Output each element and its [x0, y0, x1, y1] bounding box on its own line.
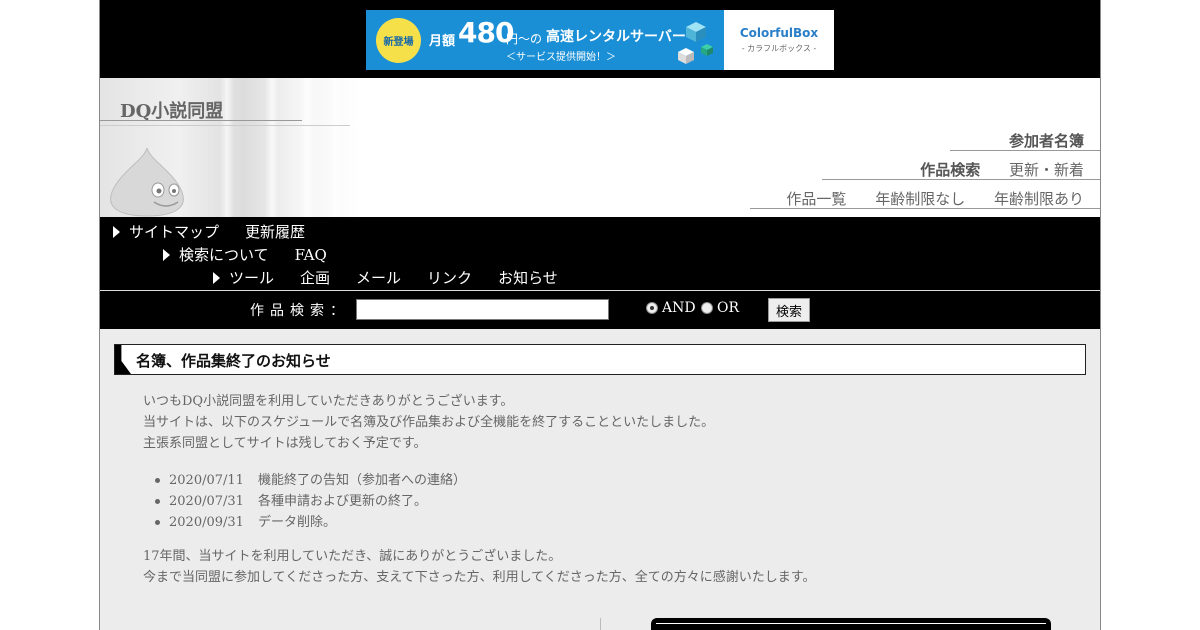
- list-item: 2020/07/11 機能終了の告知（参加者への連絡）: [155, 470, 466, 491]
- main-content: 名簿、作品集終了のお知らせ いつもDQ小説同盟を利用していただきありがとうござい…: [100, 329, 1100, 630]
- nav-links[interactable]: リンク: [427, 267, 472, 288]
- intro-line: 当サイトは、以下のスケジュールで名簿及び作品集および全機能を終了することといたし…: [143, 415, 715, 430]
- nav-news[interactable]: お知らせ: [498, 267, 558, 288]
- nav-history[interactable]: 更新履歴: [245, 221, 305, 242]
- nav-tools[interactable]: ツール: [229, 267, 274, 288]
- list-item: 2020/09/31 データ削除。: [155, 512, 466, 533]
- divider: [950, 150, 1100, 151]
- radio-label-or: OR: [717, 300, 740, 316]
- slime-icon: [110, 147, 184, 217]
- ad-brand: ColorfulBox: [739, 26, 819, 40]
- ad-sub: ＜サービス提供開始！＞: [506, 52, 616, 63]
- triangle-icon: [163, 248, 170, 261]
- ad-prefix: 月額: [429, 34, 456, 49]
- divider: [750, 208, 1100, 209]
- schedule-text: データ削除。: [257, 515, 336, 530]
- divider: [822, 179, 1100, 180]
- triangle-icon: [213, 271, 220, 284]
- search-input[interactable]: [356, 299, 609, 320]
- schedule-text: 機能終了の告知（参加者への連絡）: [257, 473, 466, 488]
- main-nav: サイトマップ 更新履歴 検索について FAQ ツール 企画 メール リンク お知…: [100, 217, 1100, 329]
- triangle-icon: [113, 225, 120, 238]
- ad-brand-box: ColorfulBox - カラフルボックス -: [724, 10, 834, 70]
- divider: [100, 290, 1100, 291]
- heading-marker-icon: [115, 345, 131, 374]
- bottom-panel: [651, 618, 1051, 630]
- header-nav-row2: 作品検索 更新・新着: [896, 159, 1084, 180]
- intro-line: いつもDQ小説同盟を利用していただきありがとうございます。: [143, 394, 514, 409]
- nav-link-work-list[interactable]: 作品一覧: [786, 190, 846, 208]
- notice-closing: 17年間、当サイトを利用していただき、誠にありがとうございました。 今まで当同盟…: [143, 546, 816, 588]
- nav-link-work-search[interactable]: 作品検索: [920, 161, 980, 179]
- divider: [600, 618, 601, 630]
- list-item: 2020/07/31 各種申請および更新の終了。: [155, 491, 466, 512]
- site-header: DQ小説同盟 参加者名簿 作品検索 更新・新着 作品一覧 年齢制限なし 年齢制限…: [100, 78, 1100, 217]
- schedule-text: 各種申請および更新の終了。: [257, 494, 427, 509]
- radio-button-checked[interactable]: [646, 302, 658, 314]
- nav-row-1: サイトマップ 更新履歴: [113, 221, 331, 242]
- radio-or[interactable]: OR: [701, 300, 739, 316]
- nav-projects[interactable]: 企画: [300, 267, 330, 288]
- intro-line: 主張系同盟としてサイトは残しておく予定です。: [143, 436, 427, 451]
- schedule-date: 2020/09/31: [169, 515, 244, 530]
- title-underline: [100, 120, 302, 121]
- closing-line: 17年間、当サイトを利用していただき、誠にありがとうございました。: [143, 549, 562, 564]
- page-frame: 新登場 月額 480 円〜の 高速レンタルサーバー ＜サービス提供開始！＞ Co…: [99, 0, 1101, 630]
- ad-brand-sub: - カラフルボックス -: [741, 44, 817, 53]
- ad-text: 高速レンタルサーバー: [546, 29, 686, 45]
- cubes-icon: [678, 22, 713, 64]
- schedule-date: 2020/07/11: [169, 473, 244, 488]
- radio-label-and: AND: [662, 300, 696, 316]
- header-nav-row1: 参加者名簿: [985, 130, 1084, 151]
- schedule-date: 2020/07/31: [169, 494, 244, 509]
- nav-link-all-ages[interactable]: 年齢制限なし: [875, 190, 965, 208]
- nav-link-age-restricted[interactable]: 年齢制限あり: [994, 190, 1084, 208]
- title-underline-2: [100, 125, 350, 126]
- header-nav-row3: 作品一覧 年齢制限なし 年齢制限あり: [762, 188, 1084, 209]
- nav-mail[interactable]: メール: [356, 267, 401, 288]
- nav-row-2: 検索について FAQ: [163, 244, 353, 265]
- nav-sitemap[interactable]: サイトマップ: [129, 221, 219, 242]
- notice-intro: いつもDQ小説同盟を利用していただきありがとうございます。 当サイトは、以下のス…: [143, 391, 714, 454]
- nav-search-about[interactable]: 検索について: [179, 244, 269, 265]
- radio-and[interactable]: AND: [646, 300, 696, 316]
- nav-faq[interactable]: FAQ: [295, 246, 327, 264]
- nav-link-members[interactable]: 参加者名簿: [1009, 132, 1084, 150]
- closing-line: 今まで当同盟に参加してくださった方、支えて下さった方、利用してくださった方、全て…: [143, 570, 816, 585]
- radio-button[interactable]: [701, 302, 713, 314]
- nav-row-3: ツール 企画 メール リンク お知らせ: [213, 267, 584, 288]
- search-button[interactable]: 検索: [768, 298, 810, 322]
- ad-badge: 新登場: [376, 18, 421, 63]
- nav-link-updates[interactable]: 更新・新着: [1009, 161, 1084, 179]
- schedule-list: 2020/07/11 機能終了の告知（参加者への連絡） 2020/07/31 各種申…: [155, 470, 466, 533]
- ad-banner[interactable]: 新登場 月額 480 円〜の 高速レンタルサーバー ＜サービス提供開始！＞ Co…: [366, 10, 834, 70]
- search-label: 作品検索：: [250, 303, 350, 319]
- notice-header: 名簿、作品集終了のお知らせ: [114, 344, 1086, 375]
- notice-title: 名簿、作品集終了のお知らせ: [136, 352, 331, 370]
- ad-unit: 円〜の: [506, 32, 543, 46]
- ad-area: 新登場 月額 480 円〜の 高速レンタルサーバー ＜サービス提供開始！＞ Co…: [100, 0, 1100, 78]
